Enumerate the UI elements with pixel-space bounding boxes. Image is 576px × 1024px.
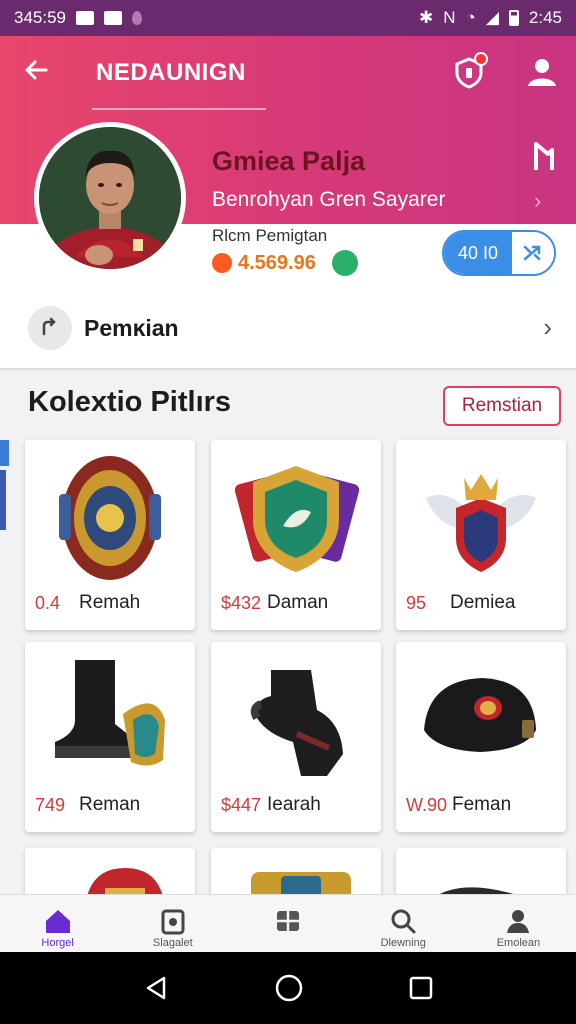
item-name: Reman <box>79 794 141 815</box>
section-action-button[interactable]: Remstian <box>443 386 561 426</box>
user-icon <box>528 59 556 86</box>
profile-meta: Rlcm Pemigtan <box>212 226 328 245</box>
arrow-left-icon <box>25 60 48 80</box>
chevron-right-icon[interactable]: › <box>534 188 541 214</box>
profile-name: Gmiea Palja <box>212 146 366 176</box>
item-price: 749 <box>35 795 66 815</box>
coin-balance: 4.569.96 <box>238 252 316 274</box>
side-tab[interactable] <box>0 440 9 466</box>
chevron-right-icon: › <box>543 312 552 342</box>
shuffle-icon <box>523 245 541 261</box>
nav-profile[interactable]: Emolean <box>461 895 576 952</box>
signal-icon: ◢ <box>485 8 499 27</box>
notification-icon <box>76 11 94 25</box>
message-icon <box>104 11 122 25</box>
battery-icon <box>508 10 519 26</box>
status-time-right: 2:45 <box>528 8 562 27</box>
flag-icon <box>534 142 554 170</box>
status-time-left: 345:59 <box>14 8 66 27</box>
top-app-bar: NEDAUNIGN <box>0 36 576 110</box>
side-tab[interactable] <box>0 470 6 530</box>
gift-icon[interactable] <box>332 250 358 276</box>
collection-card[interactable]: 749 Reman <box>25 642 195 832</box>
home-circle-icon[interactable] <box>274 973 304 1003</box>
nav-label: Slagalet <box>152 937 193 949</box>
badge-shield-icon <box>59 456 161 580</box>
back-triangle-icon[interactable] <box>142 974 170 1002</box>
boots-icon <box>55 660 165 766</box>
nav-label: Horgel <box>41 937 74 949</box>
cap-icon <box>424 678 536 752</box>
item-name: Remah <box>79 592 141 613</box>
collection-card[interactable]: W.90 Feman <box>396 642 566 832</box>
search-icon <box>391 909 416 934</box>
avatar-photo <box>39 127 181 269</box>
bluetooth-icon: ✱ <box>419 8 434 27</box>
stat-toggle[interactable]: 40 I0 <box>442 230 556 276</box>
glove-icon <box>250 670 343 776</box>
item-name: Feman <box>452 794 512 815</box>
item-price: $432 <box>221 593 262 613</box>
item-price: 95 <box>406 593 427 613</box>
nav-home[interactable]: Horgel <box>0 895 115 952</box>
collection-card[interactable]: $447 Iearah <box>211 642 381 832</box>
stat-value: 40 I0 <box>444 232 512 274</box>
collection-card[interactable]: 95 Demiea <box>396 440 566 630</box>
collection-card[interactable]: $432 Daman <box>211 440 381 630</box>
item-price: W.90 <box>406 795 448 815</box>
card-pack-icon <box>234 466 360 572</box>
share-button[interactable] <box>532 140 556 172</box>
bottom-navigation: Horgel Slagalet Dlewning Emolean <box>0 894 576 952</box>
wifi-icon: ◔ <box>465 8 476 27</box>
avatar <box>34 122 186 274</box>
coin-icon <box>212 253 232 273</box>
page-title: NEDAUNIGN <box>96 59 246 86</box>
status-bar: 345:59 ✱ N ◔ ◢ 2:45 <box>0 0 576 36</box>
section-title: Kolextio Pitlırs <box>28 386 232 418</box>
item-name: Iearah <box>267 794 321 815</box>
bag-icon <box>161 909 185 935</box>
collection-card[interactable]: 0.4 Remah <box>25 440 195 630</box>
item-name: Demiea <box>450 592 516 613</box>
person-icon <box>507 910 530 933</box>
notification-badge <box>474 52 488 66</box>
home-icon <box>45 910 70 933</box>
grid-icon <box>277 911 299 931</box>
nav-search[interactable]: Dlewning <box>346 895 461 952</box>
account-button[interactable] <box>524 54 560 90</box>
row-label: Pemĸian <box>84 314 179 341</box>
nfc-icon: N <box>443 8 456 27</box>
system-navigation-bar <box>0 952 576 1024</box>
item-price: 0.4 <box>35 593 61 613</box>
list-row-link[interactable]: Pemĸian › <box>0 290 576 366</box>
divider <box>0 368 576 370</box>
winged-crest-icon <box>426 474 536 572</box>
shuffle-button[interactable] <box>512 232 554 274</box>
recents-square-icon[interactable] <box>408 975 434 1001</box>
nav-label: Dlewning <box>380 937 426 949</box>
history-icon <box>28 306 72 350</box>
nav-collection[interactable] <box>230 895 345 952</box>
nav-label: Emolean <box>496 937 541 949</box>
profile-subtitle: Benrohyan Gren Sayarer <box>212 188 446 211</box>
title-underline <box>92 108 266 110</box>
nav-store[interactable]: Slagalet <box>115 895 230 952</box>
item-name: Daman <box>267 592 329 613</box>
back-button[interactable] <box>22 56 58 90</box>
item-price: $447 <box>221 795 262 815</box>
drop-icon <box>132 11 142 25</box>
